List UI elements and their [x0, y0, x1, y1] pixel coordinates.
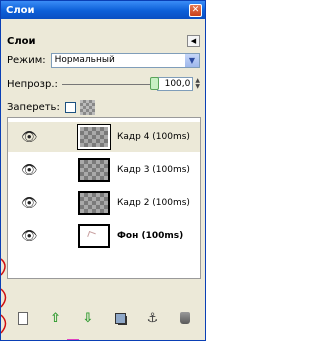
panel-header: Слои ◀: [1, 35, 205, 47]
layer-row[interactable]: 👁 Фон (100ms): [8, 221, 200, 251]
opacity-spinner-icon[interactable]: ▲ ▼: [195, 78, 200, 90]
opacity-value: 100,0: [164, 79, 191, 89]
opacity-value-field[interactable]: 100,0: [157, 77, 194, 91]
layer-list: 👁 Кадр 4 (100ms) 👁 Кадр 3 (100ms) 👁 Кадр…: [7, 117, 201, 279]
layer-toolbar: ⇧ ⇩ ⚓: [1, 308, 205, 328]
lock-row: Запереть:: [1, 99, 205, 115]
lower-layer-button[interactable]: ⇩: [80, 310, 96, 326]
mode-row: Режим: Нормальный ▼: [1, 52, 205, 68]
delete-layer-button[interactable]: [177, 310, 193, 326]
layer-thumbnail: [77, 124, 111, 150]
slider-handle[interactable]: [149, 77, 159, 90]
anchor-layer-button[interactable]: ⚓: [144, 310, 160, 326]
raise-layer-button[interactable]: ⇧: [47, 310, 63, 326]
panel-title: Слои: [7, 35, 36, 47]
duplicate-layer-icon: [114, 312, 126, 324]
eye-icon[interactable]: 👁: [21, 196, 38, 211]
mode-label: Режим:: [7, 54, 46, 66]
lock-label: Запереть:: [7, 101, 60, 113]
eye-icon[interactable]: 👁: [21, 229, 38, 244]
layer-row[interactable]: 👁 Кадр 3 (100ms): [8, 155, 200, 185]
chevron-down-icon[interactable]: ▼: [185, 53, 199, 67]
red-curve-decoration: [1, 258, 7, 334]
mode-value: Нормальный: [54, 55, 115, 65]
layer-name: Кадр 3 (100ms): [117, 165, 190, 175]
window-title: Слои: [6, 4, 35, 16]
layer-name: Кадр 4 (100ms): [117, 132, 190, 142]
slider-track: [61, 84, 154, 85]
layer-name: Фон (100ms): [117, 231, 184, 241]
layer-thumbnail: [78, 224, 110, 248]
close-icon[interactable]: ✕: [189, 3, 202, 17]
anchor-layer-icon: ⚓: [146, 310, 159, 326]
panel-menu-icon[interactable]: ◀: [187, 35, 200, 47]
lower-layer-icon: ⇩: [82, 310, 94, 326]
eye-icon[interactable]: 👁: [21, 130, 38, 145]
new-layer-button[interactable]: [15, 310, 31, 326]
layer-thumbnail: [78, 191, 110, 215]
lock-alpha-icon[interactable]: [79, 99, 95, 115]
eye-icon[interactable]: 👁: [21, 163, 38, 178]
opacity-row: Непрозр.: 100,0 ▲ ▼: [1, 76, 205, 92]
opacity-slider[interactable]: [61, 77, 159, 91]
layers-window: Слои ✕ Слои ◀ Режим: Нормальный ▼ Непроз…: [0, 0, 206, 341]
mode-dropdown[interactable]: Нормальный ▼: [50, 52, 200, 68]
layer-name: Кадр 2 (100ms): [117, 198, 190, 208]
layer-row[interactable]: 👁 Кадр 4 (100ms): [8, 122, 200, 152]
layer-row[interactable]: 👁 Кадр 2 (100ms): [8, 188, 200, 218]
opacity-label: Непрозр.:: [7, 78, 58, 90]
new-layer-icon: [18, 311, 29, 325]
duplicate-layer-button[interactable]: [112, 310, 128, 326]
delete-layer-icon: [179, 312, 190, 324]
lock-checkbox[interactable]: [64, 101, 76, 113]
raise-layer-icon: ⇧: [50, 310, 61, 326]
title-bar[interactable]: Слои ✕: [1, 1, 205, 19]
layer-thumbnail: [78, 158, 110, 182]
